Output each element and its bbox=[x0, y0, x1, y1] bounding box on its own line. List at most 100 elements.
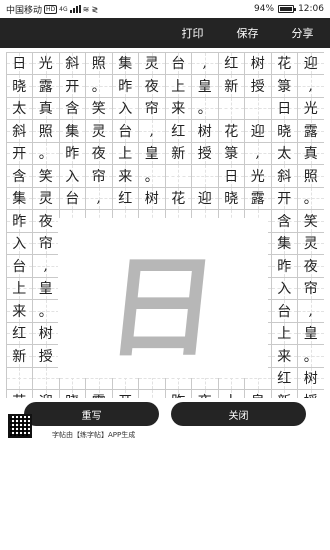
grid-character: 夜 bbox=[303, 258, 318, 275]
grid-character: 真 bbox=[303, 146, 318, 163]
grid-character: 晓 bbox=[65, 391, 79, 398]
grid-character: 灵 bbox=[38, 191, 53, 208]
grid-cell: 帘 bbox=[297, 276, 324, 300]
grid-cell: 昨 bbox=[111, 74, 139, 98]
grid-character: 上 bbox=[171, 78, 186, 95]
grid-cell: 红 bbox=[270, 366, 298, 390]
grid-cell: 真 bbox=[297, 141, 324, 165]
grid-character: 迎 bbox=[197, 191, 212, 208]
grid-character: 日 bbox=[224, 168, 239, 185]
grid-cell: 台 bbox=[111, 119, 139, 143]
print-button[interactable]: 打印 bbox=[165, 25, 220, 41]
grid-cell: 入 bbox=[270, 276, 298, 300]
grid-character: 。 bbox=[91, 78, 106, 95]
grid-character: 昨 bbox=[118, 78, 133, 95]
grid-character: 新 bbox=[224, 78, 239, 95]
save-button[interactable]: 保存 bbox=[220, 25, 275, 41]
grid-cell: 含 bbox=[270, 209, 298, 233]
rewrite-button[interactable]: 重写 bbox=[24, 402, 159, 426]
grid-character: 含 bbox=[65, 101, 80, 118]
grid-character: 入 bbox=[277, 281, 292, 298]
grid-cell: 昨 bbox=[164, 389, 192, 398]
grid-character: 含 bbox=[277, 213, 292, 230]
grid-cell: 露 bbox=[297, 119, 324, 143]
grid-character: 树 bbox=[144, 191, 159, 208]
grid-cell: 上 bbox=[6, 276, 33, 300]
grid-character: 集 bbox=[12, 191, 27, 208]
grid-character: 夜 bbox=[198, 391, 212, 398]
grid-cell: 花 bbox=[164, 186, 192, 210]
grid-character: 上 bbox=[277, 326, 292, 343]
grid-character: , bbox=[96, 190, 101, 207]
grid-character: 昨 bbox=[12, 213, 27, 230]
grid-character: 来 bbox=[118, 168, 133, 185]
grid-cell: 昨 bbox=[6, 209, 33, 233]
grid-cell: 灵 bbox=[297, 231, 324, 255]
grid-cell: 皇 bbox=[138, 141, 166, 165]
grid-character: 露 bbox=[38, 78, 53, 95]
grid-character: 授 bbox=[250, 78, 265, 95]
grid-cell: 夜 bbox=[138, 74, 166, 98]
grid-cell: 树 bbox=[138, 186, 166, 210]
grid-cell: 红 bbox=[164, 119, 192, 143]
grid-cell: 晓 bbox=[217, 186, 245, 210]
grid-character: 红 bbox=[277, 371, 292, 388]
grid-character: 皇 bbox=[197, 78, 212, 95]
grid-cell: 来 bbox=[164, 96, 192, 120]
grid-cell: 照 bbox=[85, 52, 113, 75]
grid-cell: 。 bbox=[297, 344, 324, 368]
grid-cell bbox=[164, 164, 192, 188]
grid-character: 红 bbox=[224, 56, 239, 73]
grid-cell: 斜 bbox=[58, 52, 86, 75]
grid-cell: 入 bbox=[111, 96, 139, 120]
grid-character: 日 bbox=[277, 101, 292, 118]
grid-character: 照 bbox=[303, 168, 318, 185]
data-saver-icon: ≷ bbox=[91, 4, 99, 14]
grid-cell: 花 bbox=[270, 52, 298, 75]
grid-character: 太 bbox=[12, 101, 27, 118]
grid-cell: 皇 bbox=[297, 321, 324, 345]
grid-character: 迎 bbox=[39, 391, 53, 398]
grid-character: 太 bbox=[277, 146, 292, 163]
grid-character: 集 bbox=[277, 236, 292, 253]
share-button[interactable]: 分享 bbox=[275, 25, 330, 41]
grid-cell: 来 bbox=[111, 164, 139, 188]
grid-character: 来 bbox=[171, 101, 186, 118]
grid-cell: 照 bbox=[297, 164, 324, 188]
grid-cell: , bbox=[138, 119, 166, 143]
grid-cell: 红 bbox=[111, 186, 139, 210]
grid-cell: 太 bbox=[270, 141, 298, 165]
grid-character: 笑 bbox=[303, 213, 318, 230]
character-preview[interactable]: 日 bbox=[58, 218, 268, 378]
grid-cell: 红 bbox=[217, 52, 245, 75]
grid-character: 。 bbox=[303, 348, 318, 365]
grid-cell: 。 bbox=[138, 164, 166, 188]
grid-character: , bbox=[255, 145, 260, 162]
grid-character: 台 bbox=[277, 303, 292, 320]
grid-cell: 新 bbox=[270, 389, 298, 398]
grid-cell: 红 bbox=[6, 321, 33, 345]
grid-cell: 灵 bbox=[85, 119, 113, 143]
grid-character: 树 bbox=[303, 371, 318, 388]
grid-character: 照 bbox=[38, 123, 53, 140]
close-button[interactable]: 关闭 bbox=[171, 402, 306, 426]
grid-cell: 上 bbox=[217, 389, 245, 398]
grid-cell: 箓 bbox=[217, 141, 245, 165]
grid-cell: 集 bbox=[270, 231, 298, 255]
grid-character: 红 bbox=[12, 326, 27, 343]
grid-character: 笑 bbox=[38, 168, 53, 185]
grid-cell: 皇 bbox=[32, 276, 60, 300]
grid-cell: , bbox=[32, 254, 60, 278]
grid-cell: 花 bbox=[217, 119, 245, 143]
grid-character: 昨 bbox=[171, 391, 185, 398]
grid-character: 新 bbox=[171, 146, 186, 163]
status-bar: 中国移动 HD 4G ≋ ≷ 94% 12:06 bbox=[0, 0, 330, 18]
preview-character: 日 bbox=[100, 243, 224, 372]
grid-cell: , bbox=[297, 74, 324, 98]
grid-cell: 晓 bbox=[270, 119, 298, 143]
grid-cell: 上 bbox=[270, 321, 298, 345]
grid-cell: 台 bbox=[58, 186, 86, 210]
grid-cell: 灵 bbox=[138, 52, 166, 75]
grid-cell: 日 bbox=[6, 52, 33, 75]
action-bar: 重写 关闭 字帖由【练字帖】APP生成 bbox=[0, 398, 330, 446]
